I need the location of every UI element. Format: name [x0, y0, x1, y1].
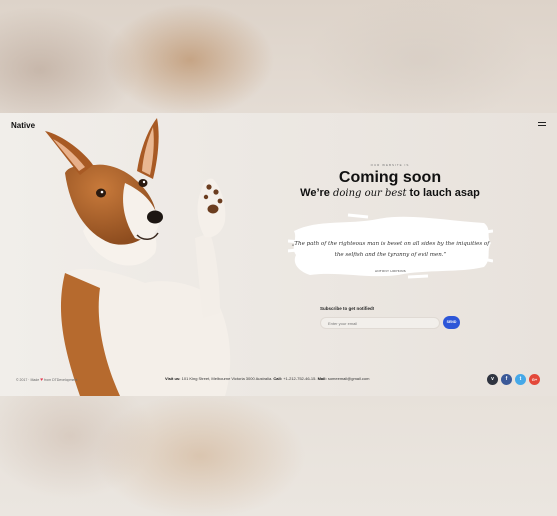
- footer-contact-info: Visit us: 101 King Street, Melbourne Vic…: [165, 376, 369, 381]
- coming-soon-heading: Coming soon: [338, 169, 442, 186]
- coming-soon-page: Native OUR WEBSITE IS Coming soon We’re …: [0, 113, 557, 396]
- facebook-icon[interactable]: f: [501, 374, 512, 385]
- developer-text: from DTDevelopment: [43, 378, 78, 382]
- subheading: We’re doing our best to lauch asap: [280, 187, 500, 199]
- twitter-icon[interactable]: t: [515, 374, 526, 385]
- email-input[interactable]: Enter your email: [320, 317, 440, 329]
- dog-photo: [45, 118, 231, 396]
- vimeo-icon[interactable]: v: [487, 374, 498, 385]
- social-links: v f t G+: [487, 374, 540, 385]
- subheading-emphasis: doing our best: [332, 188, 407, 199]
- quote-author: ANTONY HOPKINS: [375, 269, 406, 273]
- mail-address[interactable]: someemail@gmail.com: [328, 376, 370, 381]
- call-label: Call:: [273, 376, 283, 381]
- send-button[interactable]: SEND: [443, 316, 460, 329]
- copyright-text: © 2017 · Made: [16, 378, 41, 382]
- call-number: +1-212-752-46-15.: [283, 376, 317, 381]
- visit-label: Visit us:: [165, 376, 181, 381]
- subheading-end: to lauch asap: [406, 187, 480, 199]
- mail-label: Mail:: [317, 376, 327, 381]
- subheading-start: We’re: [300, 187, 333, 199]
- google-plus-icon[interactable]: G+: [529, 374, 540, 385]
- blurred-background-bottom: [0, 396, 557, 516]
- footer-copyright: © 2017 · Made ♥ from DTDevelopment: [16, 377, 77, 383]
- hamburger-menu-icon[interactable]: [538, 122, 546, 128]
- blurred-background-top: [0, 0, 557, 113]
- visit-address: 101 King Street, Melbourne Victoria 3000…: [181, 376, 273, 381]
- quote-text: „The path of the righteous man is beset …: [291, 241, 490, 258]
- eyebrow-text: OUR WEBSITE IS: [370, 163, 410, 167]
- subscribe-label: Subscribe to get notified!: [320, 306, 375, 311]
